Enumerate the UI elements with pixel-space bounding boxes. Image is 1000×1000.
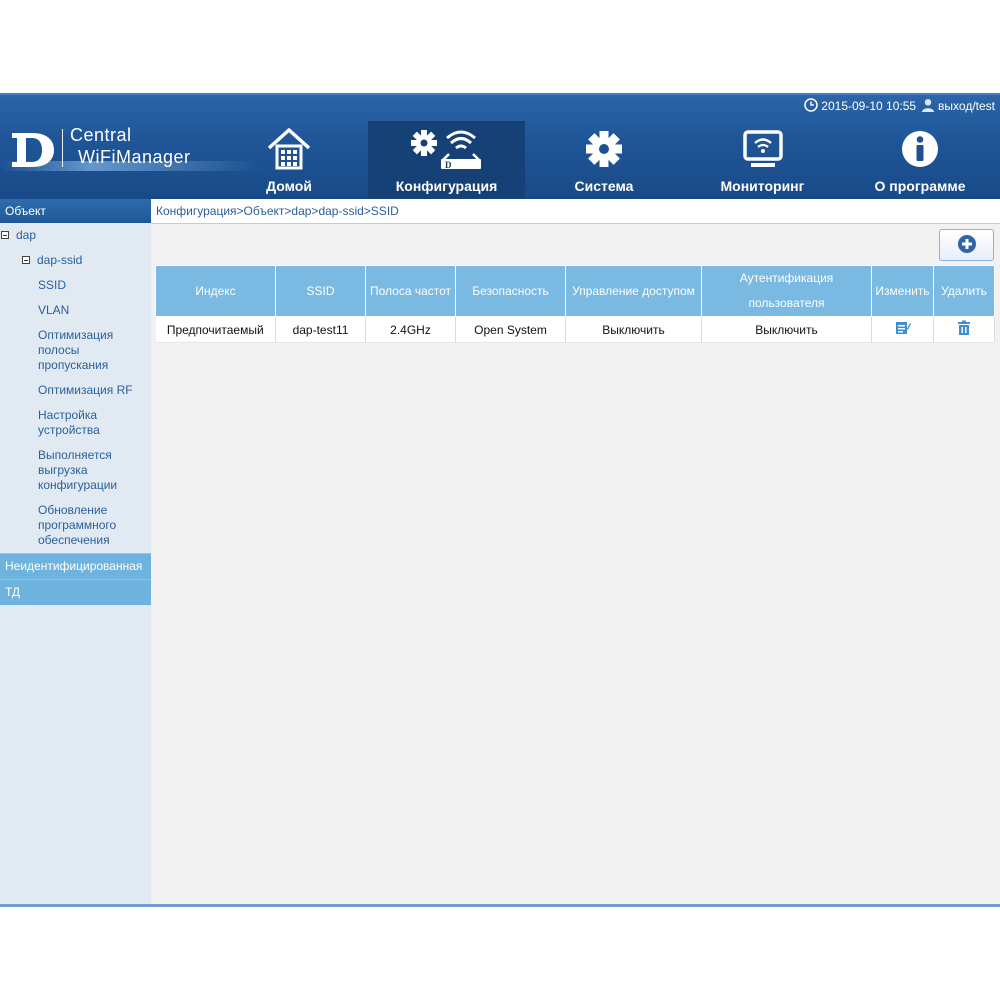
logout-link[interactable]: выход/test — [938, 99, 995, 113]
cell-ssid: dap-test11 — [275, 316, 366, 343]
cell-index: Предпочитаемый — [155, 316, 276, 343]
bottom-border — [0, 904, 1000, 907]
sidebar-item-vlan[interactable]: VLAN — [0, 298, 151, 323]
top-header: 2015-09-10 10:55 выход/test Central WiFi… — [0, 93, 1000, 199]
sidebar-item-device-settings[interactable]: Настройка устройства — [0, 403, 128, 443]
table-header-row: Индекс SSID Полоса частот Безопасность У… — [155, 265, 995, 317]
user-icon — [921, 98, 935, 115]
breadcrumb: Конфигурация>Объект>dap>dap-ssid>SSID — [151, 199, 1000, 224]
nav-about-label: О программе — [874, 178, 966, 194]
svg-text:D: D — [445, 160, 452, 170]
col-security: Безопасность — [455, 265, 566, 317]
clock-icon — [804, 97, 819, 115]
col-index: Индекс — [155, 265, 276, 317]
add-ssid-button[interactable] — [939, 229, 994, 261]
logo-text: Central WiFiManager — [70, 124, 191, 168]
nav-configuration[interactable]: D Конфигурация — [368, 121, 525, 199]
sidebar-item-firmware-update[interactable]: Обновление программного обеспечения — [0, 498, 133, 553]
nav-about[interactable]: О программе — [865, 121, 975, 199]
col-band: Полоса частот — [365, 265, 456, 317]
sidebar-item-config-upload[interactable]: Выполняется выгрузка конфигурации — [0, 443, 128, 498]
cell-band: 2.4GHz — [365, 316, 456, 343]
ssid-table: Индекс SSID Полоса частот Безопасность У… — [155, 265, 995, 343]
nav-system[interactable]: Система — [554, 121, 654, 199]
config-icon: D — [368, 127, 525, 171]
app-logo: Central WiFiManager — [0, 121, 260, 201]
nav-home-label: Домой — [266, 178, 312, 194]
nav-configuration-label: Конфигурация — [395, 178, 498, 194]
col-user-auth: Аутентификация пользователя — [701, 265, 872, 317]
logo-line2: WiFiManager — [78, 147, 191, 167]
nav-monitoring[interactable]: Мониторинг — [705, 121, 820, 199]
nav-home[interactable]: Домой — [244, 121, 334, 199]
cell-delete — [933, 316, 995, 343]
home-icon — [244, 127, 334, 171]
sidebar-item-bandwidth-optimization[interactable]: Оптимизация полосы пропускания — [0, 323, 128, 378]
sidebar-item-ssid[interactable]: SSID — [0, 273, 151, 298]
sidebar-item-rf-optimization[interactable]: Оптимизация RF — [0, 378, 151, 403]
collapse-icon[interactable] — [22, 256, 30, 264]
main-content: Конфигурация>Объект>dap>dap-ssid>SSID Ин… — [151, 199, 1000, 907]
sidebar-category-unidentified[interactable]: Неидентифицированная — [0, 553, 151, 579]
cell-security: Open System — [455, 316, 566, 343]
monitor-icon — [705, 127, 820, 171]
col-delete: Удалить — [933, 265, 995, 317]
gear-icon — [554, 127, 654, 171]
tree-node-dap[interactable]: dap — [0, 223, 151, 248]
plus-icon — [957, 234, 977, 257]
sidebar-category-ap[interactable]: ТД — [0, 579, 151, 605]
collapse-icon[interactable] — [1, 231, 9, 239]
sidebar-header: Объект — [0, 199, 151, 223]
dlink-d-logo — [8, 129, 58, 171]
status-bar: 2015-09-10 10:55 выход/test — [804, 97, 995, 115]
info-icon — [865, 127, 975, 171]
tree-node-dap-ssid[interactable]: dap-ssid — [0, 248, 151, 273]
app-window: 2015-09-10 10:55 выход/test Central WiFi… — [0, 93, 1000, 907]
cell-user-auth: Выключить — [701, 316, 872, 343]
cell-access-control: Выключить — [565, 316, 702, 343]
nav-system-label: Система — [574, 178, 634, 194]
logo-line1: Central — [70, 125, 132, 145]
edit-icon[interactable] — [895, 322, 911, 339]
trash-icon[interactable] — [956, 320, 972, 339]
col-edit: Изменить — [871, 265, 934, 317]
datetime-text: 2015-09-10 10:55 — [821, 99, 917, 113]
table-row: Предпочитаемый dap-test11 2.4GHz Open Sy… — [155, 316, 995, 343]
object-tree: dap dap-ssid SSID VLAN Оптимизация полос… — [0, 223, 151, 553]
cell-edit — [871, 316, 934, 343]
tree-node-dap-ssid-label: dap-ssid — [37, 253, 83, 267]
tree-node-dap-label: dap — [16, 228, 37, 242]
col-access-control: Управление доступом — [565, 265, 702, 317]
col-ssid: SSID — [275, 265, 366, 317]
sidebar: Объект dap dap-ssid SSID VLAN Оптимизаци… — [0, 199, 151, 907]
nav-monitoring-label: Мониторинг — [720, 178, 805, 194]
